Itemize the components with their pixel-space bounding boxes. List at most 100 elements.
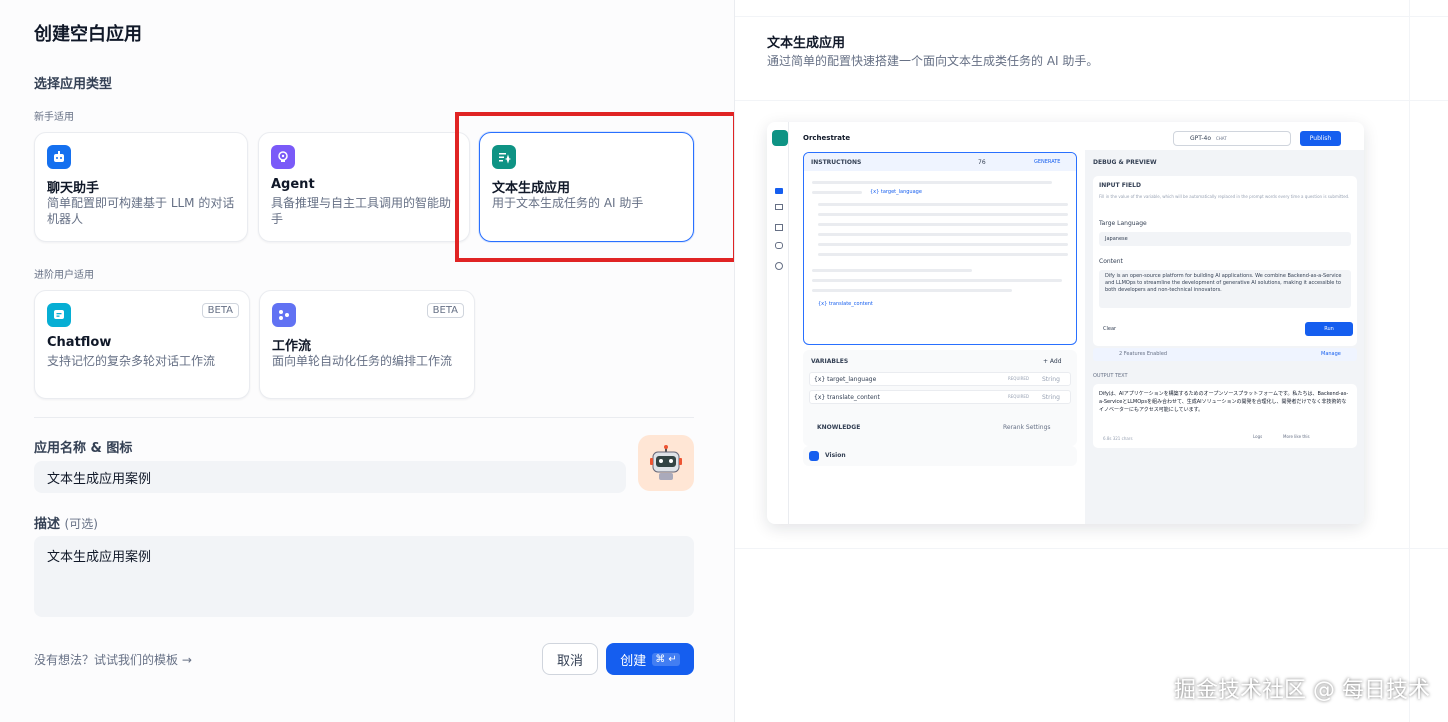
grid-line: [735, 16, 1448, 17]
beta-badge: BETA: [426, 303, 464, 318]
shot-line: [812, 269, 972, 272]
grid-line: [1409, 0, 1410, 722]
preview-title: 文本生成应用: [767, 36, 846, 51]
shot-knowledge: KNOWLEDGE: [817, 424, 861, 431]
shot-input-field: INPUT FIELD: [1099, 182, 1141, 189]
card-desc: 面向单轮自动化任务的编排工作流: [272, 354, 453, 368]
workflow-icon: [272, 303, 296, 327]
shot-more: More like this: [1283, 434, 1310, 439]
page-title: 创建空白应用: [34, 24, 142, 45]
shot-publish: Publish: [1300, 131, 1341, 146]
template-link-text: 没有想法？试试我们的模板: [34, 653, 179, 667]
shot-sidebar: [767, 122, 789, 524]
cancel-button[interactable]: 取消: [542, 643, 598, 675]
shot-required: REQUIRED: [1008, 376, 1029, 381]
chatflow-icon: [47, 303, 71, 327]
shot-eye-icon: [809, 451, 819, 461]
shot-nav-icon: [775, 242, 783, 249]
shot-instr-label: INSTRUCTIONS: [811, 159, 862, 166]
shot-logs: Logs: [1253, 434, 1263, 439]
shot-output-text: Difyは、AIアプリケーションを構築するためのオープンソースプラットフォームで…: [1099, 391, 1349, 413]
beginner-label: 新手适用: [34, 112, 74, 123]
shot-var-row: {x} target_language REQUIRED String: [809, 372, 1071, 386]
shot-var-chip: {x} target_language: [870, 189, 922, 195]
shot-content-box: Dify is an open-source platform for buil…: [1099, 270, 1351, 308]
shot-count: 76: [978, 159, 986, 166]
shot-output-label: OUTPUT TEXT: [1093, 373, 1128, 379]
description-textarea[interactable]: 文本生成应用案例: [34, 536, 694, 617]
app-type-chatflow[interactable]: BETA Chatflow 支持记忆的复杂多轮对话工作流: [34, 290, 250, 399]
shot-line: [818, 243, 1068, 246]
shot-var-name: {x} target_language: [814, 376, 877, 383]
shot-generate: GENERATE: [1034, 159, 1061, 165]
shot-line: [818, 213, 1068, 216]
shot-string: String: [1042, 376, 1060, 383]
card-title: 聊天助手: [47, 181, 100, 196]
shot-content-label: Content: [1099, 258, 1123, 265]
shot-app-icon: [772, 130, 788, 146]
shot-language-select: Japanese: [1099, 232, 1351, 246]
card-title: 工作流: [272, 339, 312, 354]
shot-variables-label: VARIABLES: [811, 358, 849, 365]
shot-clear: Clear: [1103, 326, 1117, 332]
preview-desc: 通过简单的配置快速搭建一个面向文本生成类任务的 AI 助手。: [767, 54, 1099, 68]
shot-line: [812, 289, 1012, 292]
shot-features-text: 2 Features Enabled: [1119, 351, 1168, 357]
card-desc: 支持记忆的复杂多轮对话工作流: [47, 354, 216, 368]
preview-screenshot: Orchestrate GPT-4o CHAT Publish INSTRUCT…: [767, 122, 1364, 524]
shot-rerank: Rerank Settings: [1003, 424, 1051, 431]
shot-run: Run: [1305, 322, 1353, 336]
shot-line: [818, 233, 1068, 236]
shot-var-row: {x} translate_content REQUIRED String: [809, 390, 1071, 404]
app-type-workflow[interactable]: BETA 工作流 面向单轮自动化任务的编排工作流: [259, 290, 475, 399]
shot-model-tag: CHAT: [1215, 136, 1227, 141]
create-app-panel: 创建空白应用 选择应用类型 新手适用 聊天助手 简单配置即可构建基于 LLM 的…: [0, 0, 737, 722]
card-title: Chatflow: [47, 335, 112, 350]
shot-vision: Vision: [803, 446, 1077, 466]
shot-line: [818, 253, 1068, 256]
desc-label-wrap: 描述 (可选): [34, 513, 98, 532]
agent-icon: [271, 145, 295, 169]
beta-badge: BETA: [201, 303, 239, 318]
divider: [34, 417, 694, 418]
chat-bot-icon: [47, 145, 71, 169]
shot-input-card: INPUT FIELD Fill in the value of the var…: [1093, 176, 1357, 346]
template-link[interactable]: 没有想法？试试我们的模板 →: [34, 651, 192, 668]
app-type-chat-assistant[interactable]: 聊天助手 简单配置即可构建基于 LLM 的对话机器人: [34, 132, 248, 242]
grid-line: [735, 548, 1448, 549]
shot-nav-icon: [775, 188, 783, 194]
card-desc: 具备推理与自主工具调用的智能助手: [271, 196, 452, 226]
shot-orchestrate: Orchestrate: [803, 134, 851, 142]
shot-variables: VARIABLES + Add {x} target_language REQU…: [803, 350, 1077, 446]
shot-line: [812, 181, 1052, 184]
shot-features: 2 Features Enabled Manage: [1093, 348, 1357, 361]
shot-string: String: [1042, 394, 1060, 401]
shot-instructions: INSTRUCTIONS 76 GENERATE {x} target_lang…: [803, 152, 1077, 345]
create-button[interactable]: 创建 ⌘ ↵: [606, 643, 694, 675]
shot-var-chip: {x} translate_content: [818, 301, 873, 307]
card-title: Agent: [271, 177, 315, 192]
shot-add: + Add: [1043, 358, 1062, 365]
shot-model: GPT-4o: [1190, 135, 1212, 142]
grid-line: [735, 100, 1448, 101]
shortcut-hint: ⌘ ↵: [652, 652, 680, 666]
app-icon-picker[interactable]: [638, 435, 694, 491]
desc-label: 描述: [34, 517, 61, 532]
app-name-input[interactable]: 文本生成应用案例: [34, 461, 626, 493]
create-label: 创建: [620, 653, 647, 669]
desc-optional: (可选): [64, 517, 98, 531]
shot-output-card: Difyは、AIアプリケーションを構築するためのオープンソースプラットフォームで…: [1093, 384, 1357, 448]
shot-nav-icon: [775, 204, 783, 210]
shot-line: [812, 279, 1062, 282]
shot-line: [812, 191, 862, 194]
shot-input-hint: Fill in the value of the variable, which…: [1099, 194, 1350, 199]
shot-targe-label: Targe Language: [1099, 220, 1147, 227]
app-type-agent[interactable]: Agent 具备推理与自主工具调用的智能助手: [258, 132, 470, 242]
app-type-heading: 选择应用类型: [34, 77, 113, 92]
shot-required: REQUIRED: [1008, 394, 1029, 399]
shot-debug-label: DEBUG & PREVIEW: [1093, 159, 1157, 166]
name-label: 应用名称 & 图标: [34, 441, 133, 456]
shot-manage: Manage: [1321, 351, 1341, 357]
shot-model-selector: GPT-4o CHAT: [1173, 131, 1291, 146]
shot-vision-label: Vision: [825, 452, 846, 459]
